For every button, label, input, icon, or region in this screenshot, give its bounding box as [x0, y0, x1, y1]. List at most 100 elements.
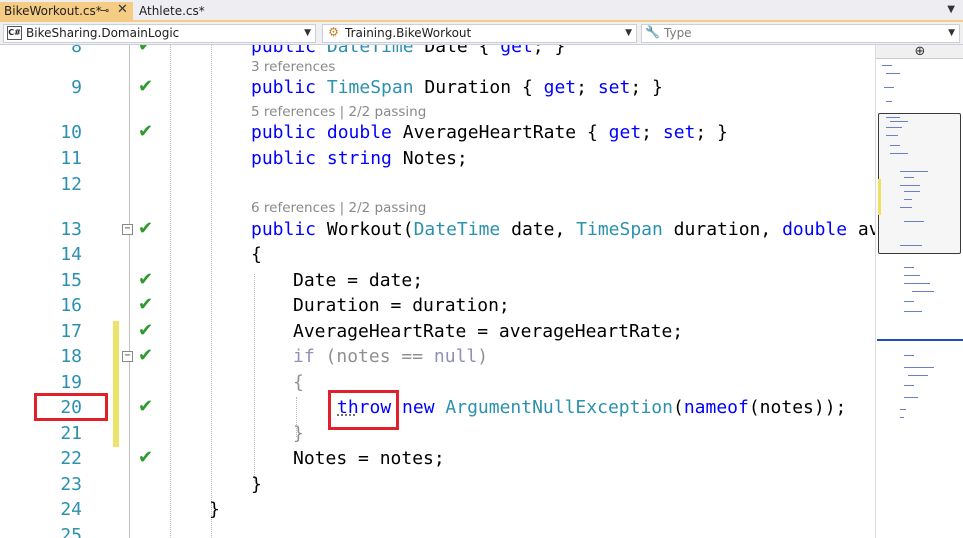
code-line: 23 }: [0, 472, 875, 497]
code-line: 11 public string Notes;: [0, 146, 875, 171]
class-dropdown[interactable]: ⚙ Training.BikeWorkout ▼: [322, 24, 637, 43]
csharp-project-icon: C#: [7, 26, 22, 40]
splitter-icon[interactable]: ⊕: [876, 45, 963, 59]
code-text: public TimeSpan Duration { get; set; }: [251, 77, 663, 98]
minimap-code-row: [904, 191, 920, 192]
code-line: 25: [0, 523, 875, 538]
check-icon[interactable]: ✔: [138, 45, 153, 55]
line-number: 17: [60, 321, 82, 342]
chevron-down-icon: ▼: [948, 28, 955, 38]
code-line: 17 ✔ AverageHeartRate = averageHeartRate…: [0, 319, 875, 344]
minimap-caret-line: [877, 339, 963, 341]
wrench-icon: 🔧: [645, 25, 660, 39]
code-text: }: [293, 423, 304, 444]
minimap-code-row: [904, 355, 914, 356]
tab-bikeworkout[interactable]: BikeWorkout.cs* ⊸ ✕: [0, 2, 133, 22]
code-line: 19 {: [0, 370, 875, 395]
minimap-code-row: [890, 153, 908, 154]
check-icon[interactable]: ✔: [138, 296, 153, 314]
minimap-code-row: [900, 245, 922, 246]
scrollbar-minimap[interactable]: ⊕: [875, 45, 963, 538]
minimap-code-row: [904, 221, 924, 222]
line-number: 14: [60, 244, 82, 265]
code-text: public string Notes;: [251, 148, 468, 169]
minimap-code-row: [912, 291, 934, 292]
code-editor[interactable]: 3 references 5 references | 2/2 passing …: [0, 45, 875, 538]
code-line: 21 }: [0, 421, 875, 446]
project-dropdown[interactable]: C# BikeSharing.DomainLogic ▼: [3, 24, 316, 43]
code-line: 8 ✔ public DateTime Date { get; }: [0, 45, 875, 59]
minimap-code-row: [900, 185, 920, 186]
class-icon: ⚙: [328, 25, 339, 39]
throw-keyword-highlight-box: [328, 390, 399, 430]
line-number: 9: [71, 77, 82, 98]
code-line: 22 ✔ Notes = notes;: [0, 446, 875, 471]
check-icon[interactable]: ✔: [138, 78, 153, 96]
minimap-code-row: [904, 267, 914, 268]
tab-overflow-dropdown-icon[interactable]: ▼: [947, 4, 955, 15]
line-number: 12: [60, 174, 82, 195]
code-text: throw new ArgumentNullException(nameof(n…: [337, 397, 847, 418]
check-icon[interactable]: ✔: [138, 271, 153, 289]
line-number: 16: [60, 295, 82, 316]
minimap-code-row: [886, 127, 902, 128]
check-icon[interactable]: ✔: [138, 322, 153, 340]
code-text: {: [293, 372, 304, 393]
code-line: 14 {: [0, 242, 875, 267]
code-text: Notes = notes;: [293, 448, 445, 469]
code-text: public double AverageHeartRate { get; se…: [251, 122, 728, 143]
code-text: }: [251, 474, 262, 495]
minimap-code-row: [904, 311, 922, 312]
check-icon[interactable]: ✔: [138, 123, 153, 141]
tab-label: BikeWorkout.cs*: [4, 4, 102, 18]
check-icon[interactable]: ✔: [138, 449, 153, 467]
check-icon[interactable]: ✔: [138, 220, 153, 238]
chevron-down-icon: ▼: [625, 28, 632, 38]
line-number: 23: [60, 474, 82, 495]
minimap-code-row: [886, 73, 900, 74]
minimap-code-row: [904, 275, 920, 276]
document-tab-strip: BikeWorkout.cs* ⊸ ✕ Athlete.cs* ▼: [0, 0, 963, 22]
minimap-code-row: [890, 145, 900, 146]
line-number: 25: [60, 525, 82, 538]
chevron-down-icon: ▼: [304, 28, 311, 38]
minimap-code-row: [886, 117, 900, 118]
project-dropdown-value: BikeSharing.DomainLogic: [26, 26, 180, 40]
pin-icon[interactable]: ⊸: [100, 2, 109, 20]
line-number: 18: [60, 346, 82, 367]
line-number: 8: [71, 45, 82, 57]
member-dropdown[interactable]: 🔧 Type ▼: [641, 24, 960, 43]
collapse-icon[interactable]: −: [122, 351, 133, 362]
close-icon[interactable]: ✕: [117, 1, 128, 19]
minimap-code-row: [886, 135, 898, 136]
code-line: 9 ✔ public TimeSpan Duration { get; set;…: [0, 75, 875, 100]
line-number: 13: [60, 219, 82, 240]
minimap-code-row: [904, 397, 918, 398]
minimap-code-row: [904, 199, 912, 200]
member-dropdown-value: Type: [664, 26, 692, 40]
minimap-change-marker: [878, 179, 881, 215]
codelens-references[interactable]: 6 references | 2/2 passing: [251, 200, 426, 216]
code-line: 15 ✔ Date = date;: [0, 268, 875, 293]
code-line: 13 − ✔ public Workout(DateTime date, Tim…: [0, 217, 875, 242]
collapse-icon[interactable]: −: [122, 224, 133, 235]
minimap-code-row: [904, 283, 930, 284]
minimap-code-row: [900, 409, 906, 410]
code-line: 10 ✔ public double AverageHeartRate { ge…: [0, 120, 875, 145]
tab-athlete[interactable]: Athlete.cs*: [135, 2, 211, 22]
minimap-code-row: [886, 101, 892, 102]
line-number: 21: [60, 423, 82, 444]
line-number: 22: [60, 448, 82, 469]
codelens-references[interactable]: 3 references: [251, 59, 335, 75]
minimap-code-row: [900, 417, 904, 418]
codelens-references[interactable]: 5 references | 2/2 passing: [251, 104, 426, 120]
line-number: 11: [60, 148, 82, 169]
line-number: 10: [60, 122, 82, 143]
code-text: {: [251, 244, 262, 265]
code-text: if (notes == null): [293, 346, 489, 367]
code-line: 16 ✔ Duration = duration;: [0, 293, 875, 318]
line-number: 24: [60, 499, 82, 520]
check-icon[interactable]: ✔: [138, 347, 153, 365]
check-icon[interactable]: ✔: [138, 398, 153, 416]
line-20-highlight-box: [34, 393, 108, 421]
